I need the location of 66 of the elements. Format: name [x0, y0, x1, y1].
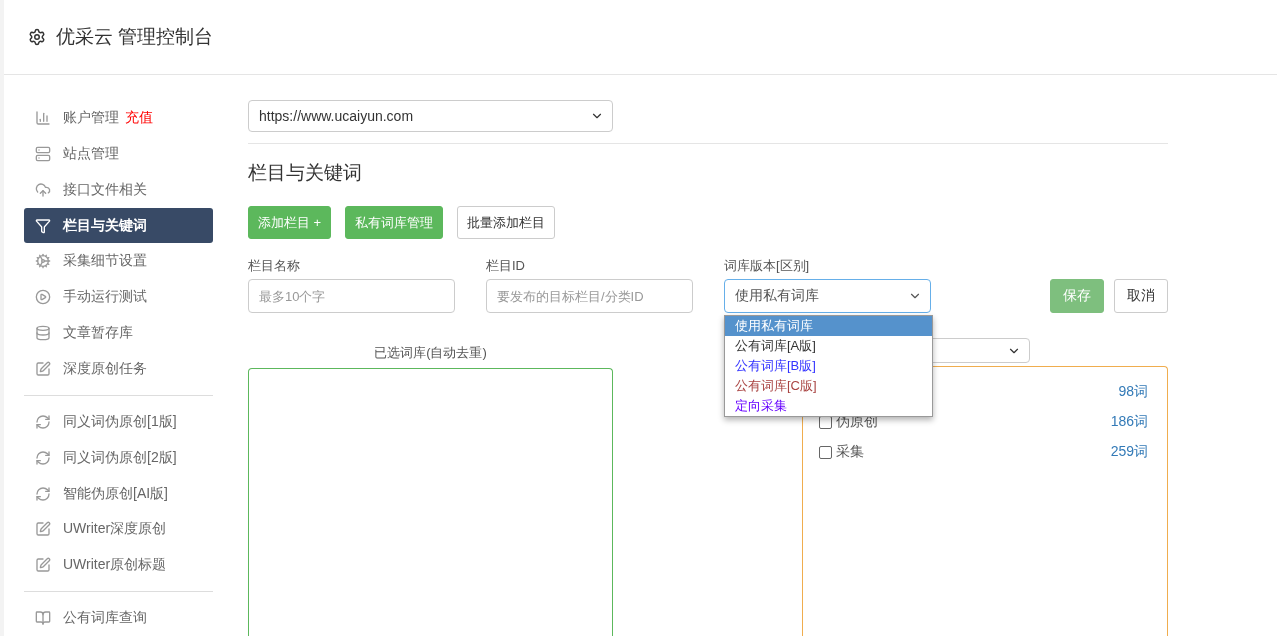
recharge-link[interactable]: 充值	[125, 108, 153, 127]
filter-icon	[35, 217, 51, 234]
sidebar-label: UWriter原创标题	[63, 556, 167, 575]
bar-chart-icon	[35, 109, 51, 126]
cancel-button[interactable]: 取消	[1114, 279, 1168, 313]
sidebar-item[interactable]: 文章暂存库	[24, 315, 213, 351]
dropdown-option[interactable]: 定向采集	[725, 396, 932, 416]
sidebar-item[interactable]: 站点管理	[24, 135, 213, 172]
site-select[interactable]: https://www.ucaiyun.com	[248, 100, 613, 132]
field-label: 栏目名称	[248, 257, 301, 275]
cloud-upload-icon	[35, 181, 51, 198]
app-title: 优采云 管理控制台	[56, 25, 214, 49]
sidebar-item[interactable]: 深度原创任务	[24, 351, 213, 387]
refresh-icon	[35, 485, 51, 502]
word-count: 186词	[1110, 413, 1148, 431]
database-icon	[35, 325, 51, 342]
sidebar-label: 同义词伪原创[2版]	[63, 448, 177, 467]
sidebar-label: 公有词库查询	[63, 609, 147, 628]
dropdown-option[interactable]: 公有词库[C版]	[725, 376, 932, 396]
book-icon	[35, 610, 51, 627]
settings-icon	[28, 28, 46, 46]
edit-icon	[35, 557, 51, 574]
sidebar-item[interactable]: 栏目与关键词	[24, 207, 213, 244]
sidebar-label: 手动运行测试	[63, 288, 147, 307]
sidebar-item[interactable]: 账户管理 充值	[24, 100, 213, 136]
dropdown-option[interactable]: 使用私有词库	[725, 316, 932, 336]
dropdown-option[interactable]: 公有词库[B版]	[725, 356, 932, 376]
gear-icon	[35, 253, 51, 270]
library-name: 采集	[836, 443, 864, 461]
sidebar-label: 深度原创任务	[63, 359, 147, 378]
section-title: 栏目与关键词	[248, 161, 363, 185]
sidebar-item[interactable]: 接口文件相关	[24, 171, 213, 208]
select-field[interactable]: 使用私有词库	[724, 279, 931, 313]
sidebar-item[interactable]: UWriter原创标题	[24, 547, 213, 584]
input-field[interactable]: 最多10个字	[248, 279, 455, 313]
field-label: 词库版本[区别]	[724, 257, 811, 275]
sidebar-label: 站点管理	[63, 144, 119, 163]
sidebar-label: 账户管理	[63, 108, 119, 127]
checkbox[interactable]	[819, 445, 832, 459]
sidebar-item[interactable]: 同义词伪原创[2版]	[24, 439, 213, 476]
play-icon	[35, 289, 51, 306]
word-count: 98词	[1118, 383, 1148, 401]
sidebar-item[interactable]: 智能伪原创[AI版]	[24, 475, 213, 512]
sidebar-label: UWriter深度原创	[63, 520, 167, 539]
input-field[interactable]: 要发布的目标栏目/分类ID	[486, 279, 693, 313]
sidebar-item[interactable]: 采集细节设置	[24, 243, 213, 280]
sidebar-item[interactable]: 同义词伪原创[1版]	[24, 403, 213, 440]
edit-icon	[35, 360, 51, 377]
dropdown-option[interactable]: 公有词库[A版]	[725, 336, 932, 356]
sidebar-label: 采集细节设置	[63, 252, 147, 271]
sidebar-label: 栏目与关键词	[63, 216, 147, 235]
edit-icon	[35, 521, 51, 538]
sidebar-item[interactable]: 手动运行测试	[24, 279, 213, 316]
sidebar-label: 接口文件相关	[63, 180, 147, 199]
sidebar-item[interactable]: 公有词库查询	[24, 600, 213, 636]
refresh-icon	[35, 413, 51, 430]
action-button[interactable]: 批量添加栏目	[457, 206, 556, 239]
field-label: 栏目ID	[486, 257, 526, 275]
sidebar-label: 同义词伪原创[1版]	[63, 412, 177, 431]
panel-title: 已选词库(自动去重)	[374, 344, 487, 362]
sidebar-label: 文章暂存库	[63, 324, 133, 343]
word-count: 259词	[1110, 443, 1148, 461]
sidebar-label: 智能伪原创[AI版]	[63, 484, 168, 503]
refresh-icon	[35, 449, 51, 466]
sidebar-item[interactable]: UWriter深度原创	[24, 511, 213, 548]
server-icon	[35, 145, 51, 162]
